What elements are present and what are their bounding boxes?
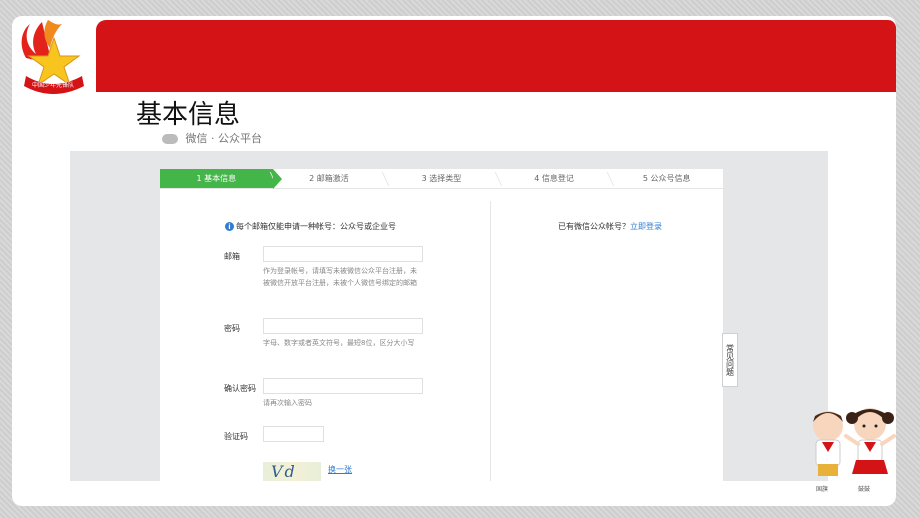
boy-figure <box>813 411 843 476</box>
captcha-field[interactable] <box>263 426 324 442</box>
step-email-activation: 2 邮箱激活 <box>273 169 386 188</box>
faq-tab[interactable]: 常见问题 <box>722 333 738 387</box>
confirm-password-label: 确认密码 <box>224 384 256 393</box>
step-account-info: 5 公众号信息 <box>610 169 723 188</box>
email-hint: 作为登录帐号，请填写未被微信公众平台注册，未被微信开放平台注册，未被个人微信号绑… <box>263 267 417 287</box>
account-type-notice: i 每个邮箱仅能申请一种帐号：公众号或企业号 <box>225 221 396 232</box>
wechat-mp-header: 微信 · 公众平台 <box>162 130 262 146</box>
captcha-image[interactable]: Vd <box>263 462 321 481</box>
header-red-band <box>96 20 896 92</box>
login-now-link[interactable]: 立即登录 <box>630 222 662 231</box>
password-hint: 字母、数字或者英文符号，最短8位，区分大小写 <box>263 339 415 347</box>
existing-account-prompt: 已有微信公众帐号？立即登录 <box>558 221 662 232</box>
notice-text: 每个邮箱仅能申请一种帐号：公众号或企业号 <box>236 222 396 231</box>
captcha-label: 验证码 <box>224 432 248 441</box>
email-field[interactable] <box>263 246 423 262</box>
wechat-mp-title: 微信 · 公众平台 <box>185 132 263 145</box>
existing-account-text: 已有微信公众帐号？ <box>558 222 630 231</box>
refresh-captcha-link[interactable]: 换一张 <box>328 464 352 475</box>
step-select-type: 3 选择类型 <box>385 169 498 188</box>
password-label: 密码 <box>224 324 240 333</box>
young-pioneers-logo: 中国少年先锋队 <box>21 20 84 94</box>
column-divider <box>490 201 491 481</box>
password-field[interactable] <box>263 318 423 334</box>
step-progress-bar: 1 基本信息 2 邮箱激活 3 选择类型 4 信息登记 5 公众号信息 <box>160 169 723 189</box>
registration-card: 1 基本信息 2 邮箱激活 3 选择类型 4 信息登记 5 公众号信息 i 每个… <box>160 169 723 481</box>
slide: 中国少年先锋队 基本信息 微信 · 公众平台 1 基本信息 2 邮箱激活 3 选… <box>12 16 896 506</box>
page-title: 基本信息 <box>136 100 241 130</box>
step-info-registration: 4 信息登记 <box>498 169 611 188</box>
girl-figure <box>844 408 896 474</box>
info-icon: i <box>225 222 234 231</box>
confirm-password-field[interactable] <box>263 378 423 394</box>
wechat-icon <box>162 134 178 144</box>
logo-ribbon-text: 中国少年先锋队 <box>32 81 74 89</box>
confirm-password-hint: 请再次输入密码 <box>263 399 312 407</box>
kid-label-left: 国旗 <box>816 486 829 493</box>
screenshot-area: 1 基本信息 2 邮箱激活 3 选择类型 4 信息登记 5 公众号信息 i 每个… <box>70 151 828 481</box>
kid-label-right: 鼓鼓 <box>858 486 871 493</box>
email-label: 邮箱 <box>224 252 240 261</box>
kids-illustration <box>813 408 896 476</box>
step-basic-info: 1 基本信息 <box>160 169 282 189</box>
